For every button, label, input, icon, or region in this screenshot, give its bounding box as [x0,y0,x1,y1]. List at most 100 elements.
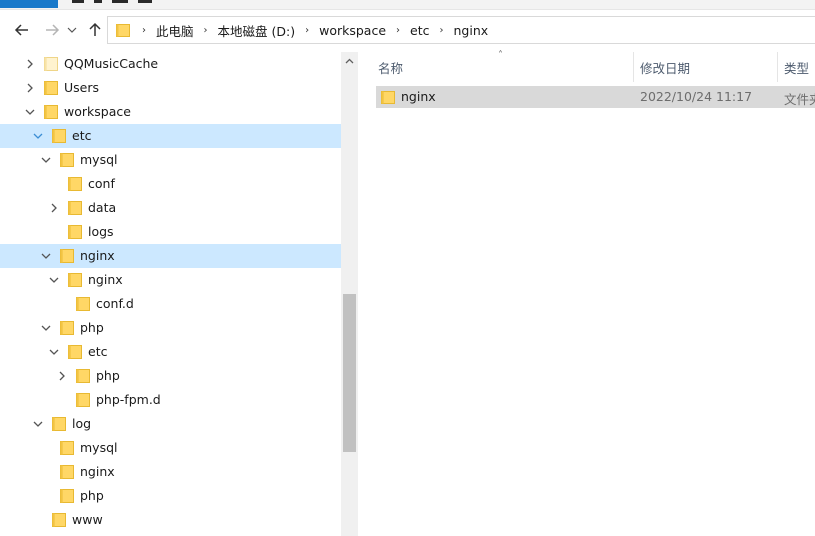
tree-item[interactable]: php [0,316,341,340]
folder-icon [381,91,395,104]
tree-item-label: php [96,368,120,383]
chevron-up-icon [345,58,354,63]
chevron-down-icon [67,27,77,33]
tree-item[interactable]: log [0,412,341,436]
breadcrumb-etc[interactable]: etc [406,23,433,38]
breadcrumb-local-disk[interactable]: 本地磁盘 (D:) [214,21,300,40]
file-modified-date: 2022/10/24 11:17 [640,89,753,104]
folder-icon [68,225,82,239]
tree-item-label: php [80,320,104,335]
arrow-right-icon [46,24,60,36]
breadcrumb-this-pc[interactable]: 此电脑 [152,21,198,40]
folder-icon [52,129,66,143]
column-divider[interactable] [777,52,778,82]
tree-item-label: QQMusicCache [64,56,159,71]
file-type: 文件夹 [784,92,815,107]
folder-icon [60,489,74,503]
chevron-right-icon[interactable]: › [433,25,449,36]
column-date-label: 修改日期 [640,60,691,76]
chevron-right-icon[interactable]: › [198,25,214,36]
chevron-right-icon[interactable]: › [136,25,152,36]
up-button[interactable] [86,21,104,39]
breadcrumb-workspace[interactable]: workspace [315,23,390,38]
tree-item[interactable]: php [0,364,341,388]
chevron-down-icon[interactable] [24,106,36,118]
tree-item[interactable]: etc [0,124,341,148]
chevron-right-icon[interactable] [56,370,68,382]
chevron-right-icon[interactable] [24,58,36,70]
address-bar[interactable]: › 此电脑 › 本地磁盘 (D:) › workspace › etc › ng… [107,16,815,44]
chevron-down-icon[interactable] [40,322,52,334]
chevron-down-icon[interactable] [32,130,44,142]
chevron-right-icon[interactable] [48,202,60,214]
chevron-right-icon[interactable] [24,82,36,94]
column-header-type[interactable]: 类型 [784,52,815,82]
tree-scrollbar[interactable] [341,52,358,536]
tree-item-label: php [80,488,104,503]
folder-icon [44,57,58,71]
navigation-tree: QQMusicCache Users workspace etc mysql conf da… [0,52,341,536]
scroll-up-button[interactable] [341,52,358,69]
tree-item[interactable]: conf.d [0,292,341,316]
folder-icon [44,105,58,119]
tree-item[interactable]: nginx [0,268,341,292]
folder-icon [68,201,82,215]
ribbon-tabs [72,0,222,6]
folder-icon [68,177,82,191]
tree-item-label: etc [88,344,108,359]
column-divider[interactable] [633,52,634,82]
recent-locations-button[interactable] [66,21,78,39]
tree-item-label: nginx [80,248,115,263]
tree-item[interactable]: Users [0,76,341,100]
tree-item[interactable]: workspace [0,100,341,124]
chevron-down-icon[interactable] [32,418,44,430]
tree-item-label: php-fpm.d [96,392,161,407]
tree-item[interactable]: mysql [0,436,341,460]
tree-item[interactable]: logs [0,220,341,244]
folder-icon [52,513,66,527]
scrollbar-thumb[interactable] [343,294,356,452]
column-type-label: 类型 [784,60,810,76]
chevron-down-icon[interactable] [40,154,52,166]
chevron-down-icon[interactable] [48,274,60,286]
file-name: nginx [401,89,436,104]
address-row: › 此电脑 › 本地磁盘 (D:) › workspace › etc › ng… [0,9,815,51]
tree-item[interactable]: etc [0,340,341,364]
tree-item[interactable]: nginx [0,244,341,268]
breadcrumb-nginx[interactable]: nginx [449,23,492,38]
file-row[interactable]: nginx 2022/10/24 11:17 文件夹 [376,86,815,108]
tree-item[interactable]: mysql [0,148,341,172]
folder-icon [76,369,90,383]
chevron-right-icon[interactable]: › [299,25,315,36]
ribbon-file-tab[interactable] [0,0,58,8]
chevron-down-icon[interactable] [40,250,52,262]
arrow-up-icon [89,22,101,36]
tree-item-label: mysql [80,152,118,167]
tree-item[interactable]: nginx [0,460,341,484]
tree-item-label: Users [64,80,100,95]
folder-icon [116,23,130,37]
chevron-down-icon[interactable] [48,346,60,358]
tree-item[interactable]: php [0,484,341,508]
tree-item-label: conf [88,176,115,191]
tree-item-label: workspace [64,104,131,119]
tree-item[interactable]: www [0,508,341,532]
forward-button[interactable] [43,21,61,39]
chevron-right-icon[interactable]: › [390,25,406,36]
tree-item-label: conf.d [96,296,134,311]
back-button[interactable] [13,21,31,39]
column-header-name[interactable]: 名称 [378,52,633,82]
column-name-label: 名称 [378,60,404,76]
tree-item[interactable]: QQMusicCache [0,52,341,76]
tree-item-label: nginx [88,272,123,287]
tree-item-label: etc [72,128,92,143]
tree-item[interactable]: conf [0,172,341,196]
tree-item-label: nginx [80,464,115,479]
tree-item[interactable]: php-fpm.d [0,388,341,412]
column-header-date[interactable]: 修改日期 [640,52,776,82]
tree-item-label: logs [88,224,114,239]
folder-icon [76,393,90,407]
tree-item[interactable]: data [0,196,341,220]
folder-icon [76,297,90,311]
folder-icon [60,153,74,167]
